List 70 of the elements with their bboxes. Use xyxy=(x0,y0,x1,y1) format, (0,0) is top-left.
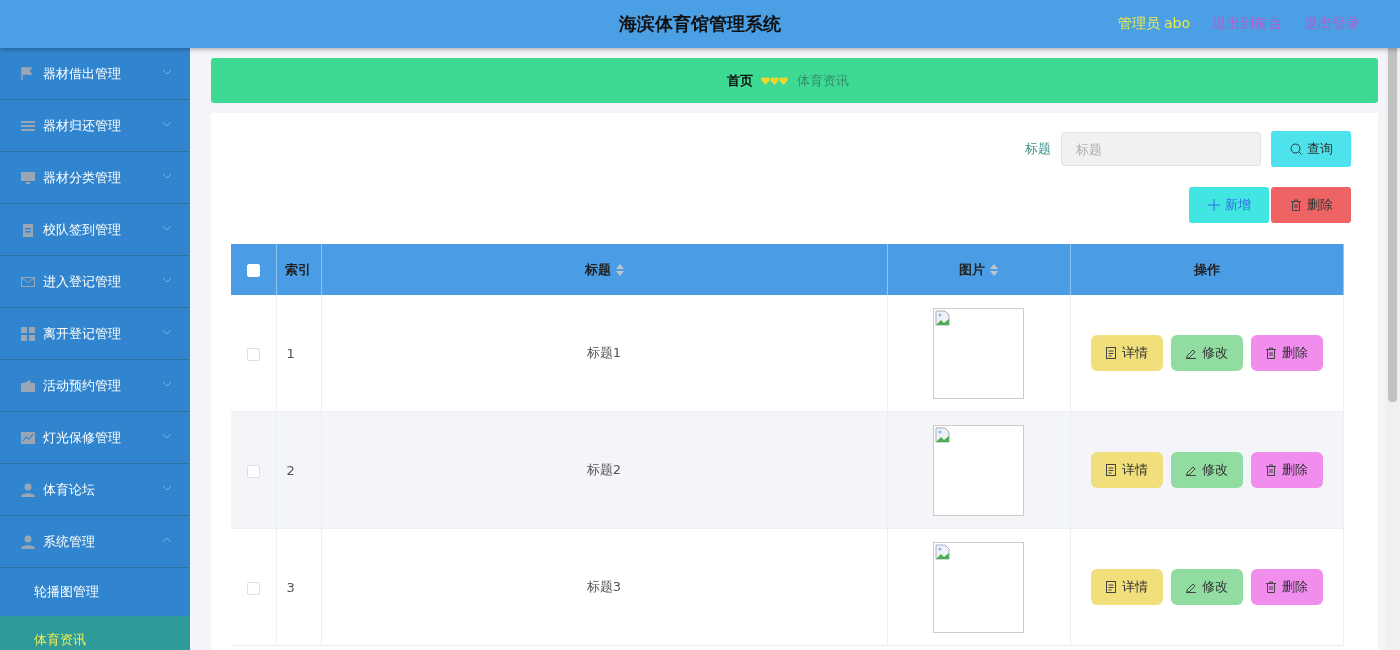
pencil-icon xyxy=(1185,464,1198,476)
search-button[interactable]: 查询 xyxy=(1271,131,1351,167)
sidebar-item[interactable]: 器材借出管理 xyxy=(0,48,190,100)
broken-image-icon xyxy=(935,426,951,443)
sidebar-item[interactable]: 器材归还管理 xyxy=(0,100,190,152)
plus-icon xyxy=(1207,199,1220,211)
index-cell: 1 xyxy=(286,345,295,361)
search-icon xyxy=(1289,143,1302,155)
delete-button[interactable]: 删除 xyxy=(1250,569,1323,605)
trash-icon xyxy=(1265,347,1278,359)
trash-icon xyxy=(1265,464,1278,476)
title-cell: 标题2 xyxy=(586,462,622,477)
row-checkbox[interactable] xyxy=(246,464,260,478)
breadcrumb-current: 体育资讯 xyxy=(797,71,849,90)
breadcrumb-link[interactable]: 首页 xyxy=(727,71,753,90)
menu-icon xyxy=(20,325,36,342)
hearts-icon xyxy=(761,75,789,86)
pencil-icon xyxy=(1185,347,1198,359)
sidebar-item[interactable]: 进入登记管理 xyxy=(0,256,190,308)
detail-button[interactable]: 详情 xyxy=(1090,452,1163,488)
menu-icon xyxy=(20,481,36,498)
row-checkbox[interactable] xyxy=(246,581,260,595)
edit-button[interactable]: 修改 xyxy=(1170,452,1243,488)
sidebar-item[interactable]: 器材分类管理 xyxy=(0,152,190,204)
user-label: 管理员 abo xyxy=(1117,15,1190,33)
index-cell: 3 xyxy=(286,579,295,595)
sidebar-item[interactable]: 系统管理 xyxy=(0,516,190,568)
document-icon xyxy=(1105,347,1118,359)
app-title: 海滨体育馆管理系统 xyxy=(619,13,781,34)
sidebar-item[interactable]: 活动预约管理 xyxy=(0,360,190,412)
menu-icon xyxy=(20,221,36,238)
title-cell: 标题3 xyxy=(586,579,622,594)
column-header: 索引 xyxy=(284,261,311,277)
search-field[interactable]: 标题 xyxy=(1061,132,1261,166)
sidebar-subitem[interactable]: 轮播图管理 xyxy=(0,568,190,616)
sort-icon[interactable] xyxy=(615,264,624,276)
sidebar-item[interactable]: 离开登记管理 xyxy=(0,308,190,360)
document-icon xyxy=(1105,464,1118,476)
search-label: 标题 xyxy=(1025,140,1051,158)
sidebar-item[interactable]: 体育论坛 xyxy=(0,464,190,516)
detail-button[interactable]: 详情 xyxy=(1090,569,1163,605)
trash-icon xyxy=(1289,199,1302,211)
menu-icon xyxy=(20,377,36,394)
column-header[interactable]: 图片 xyxy=(959,261,985,277)
broken-image-icon xyxy=(935,543,951,560)
broken-image-icon xyxy=(935,309,951,326)
document-icon xyxy=(1105,581,1118,593)
menu-icon xyxy=(20,169,36,186)
trash-icon xyxy=(1265,581,1278,593)
pencil-icon xyxy=(1185,581,1198,593)
edit-button[interactable]: 修改 xyxy=(1170,569,1243,605)
delete-button[interactable]: 删除 xyxy=(1250,452,1323,488)
menu-icon xyxy=(20,533,36,550)
sidebar-item[interactable]: 校队签到管理 xyxy=(0,204,190,256)
column-header: 操作 xyxy=(1193,261,1220,277)
edit-button[interactable]: 修改 xyxy=(1170,335,1243,371)
sort-icon[interactable] xyxy=(990,264,998,276)
row-checkbox[interactable] xyxy=(246,347,260,361)
select-all-checkbox[interactable] xyxy=(246,264,260,277)
sidebar-subitem[interactable]: 体育资讯 xyxy=(0,616,190,650)
title-cell: 标题1 xyxy=(586,345,622,360)
delete-button[interactable]: 删除 xyxy=(1271,187,1351,223)
menu-icon xyxy=(20,429,36,446)
column-header[interactable]: 标题 xyxy=(584,261,611,277)
index-cell: 2 xyxy=(286,462,295,478)
add-button[interactable]: 新增 xyxy=(1189,187,1269,223)
sidebar-item[interactable]: 灯光保修管理 xyxy=(0,412,190,464)
scrollbar[interactable] xyxy=(1385,48,1400,650)
detail-button[interactable]: 详情 xyxy=(1090,335,1163,371)
delete-button[interactable]: 删除 xyxy=(1250,335,1323,371)
